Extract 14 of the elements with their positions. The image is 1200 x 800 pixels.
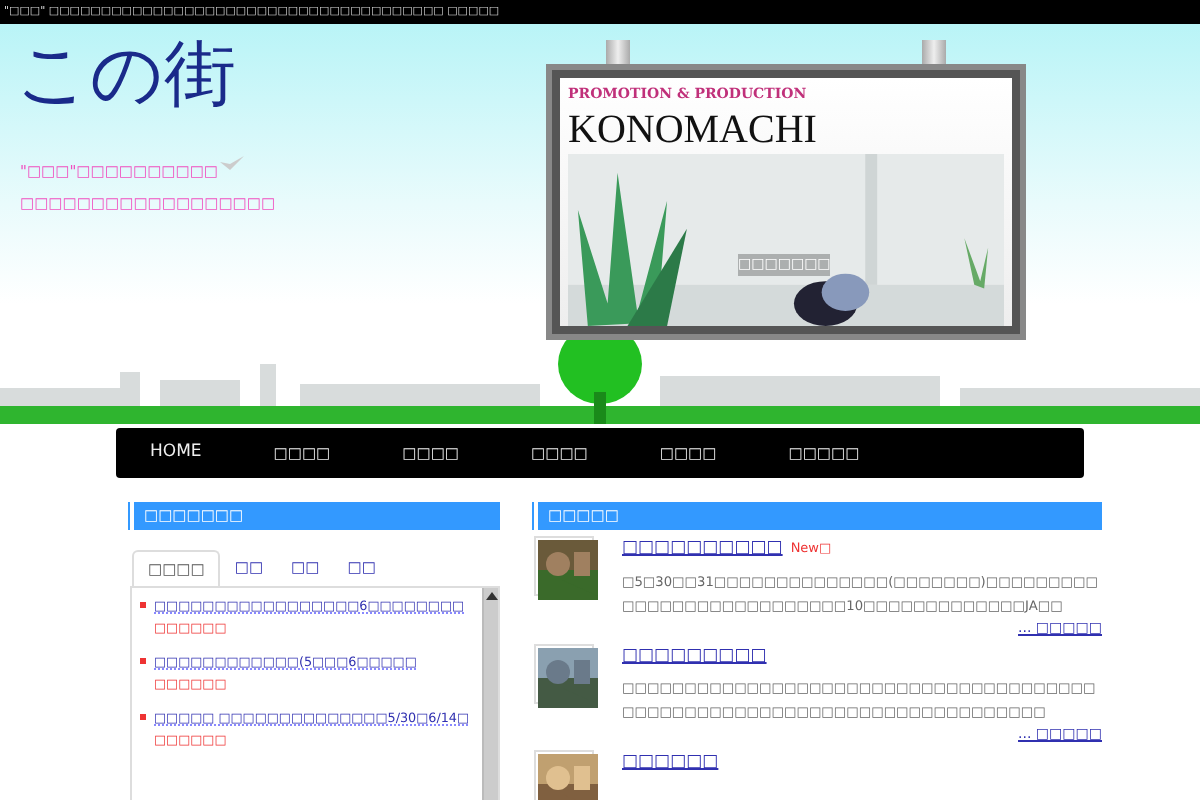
billboard-pole (606, 40, 630, 64)
post-title-link[interactable]: □□□□□□□□□ (622, 645, 767, 665)
scroll-up-icon[interactable] (484, 588, 500, 605)
post-title-link[interactable]: □□□□□□□□□□ (622, 538, 783, 558)
bullet-icon (140, 602, 146, 609)
bullet-icon (140, 714, 146, 721)
bullet-icon (140, 658, 146, 665)
billboard-title: KONOMACHI (568, 109, 817, 149)
scrollbar[interactable] (482, 588, 498, 800)
post-title-link[interactable]: □□□□□□ (622, 752, 719, 772)
billboard-pole (922, 40, 946, 64)
nav-link[interactable]: HOME (132, 440, 220, 466)
site-logo[interactable]: この街 (16, 40, 236, 112)
bird-icon (220, 156, 244, 172)
